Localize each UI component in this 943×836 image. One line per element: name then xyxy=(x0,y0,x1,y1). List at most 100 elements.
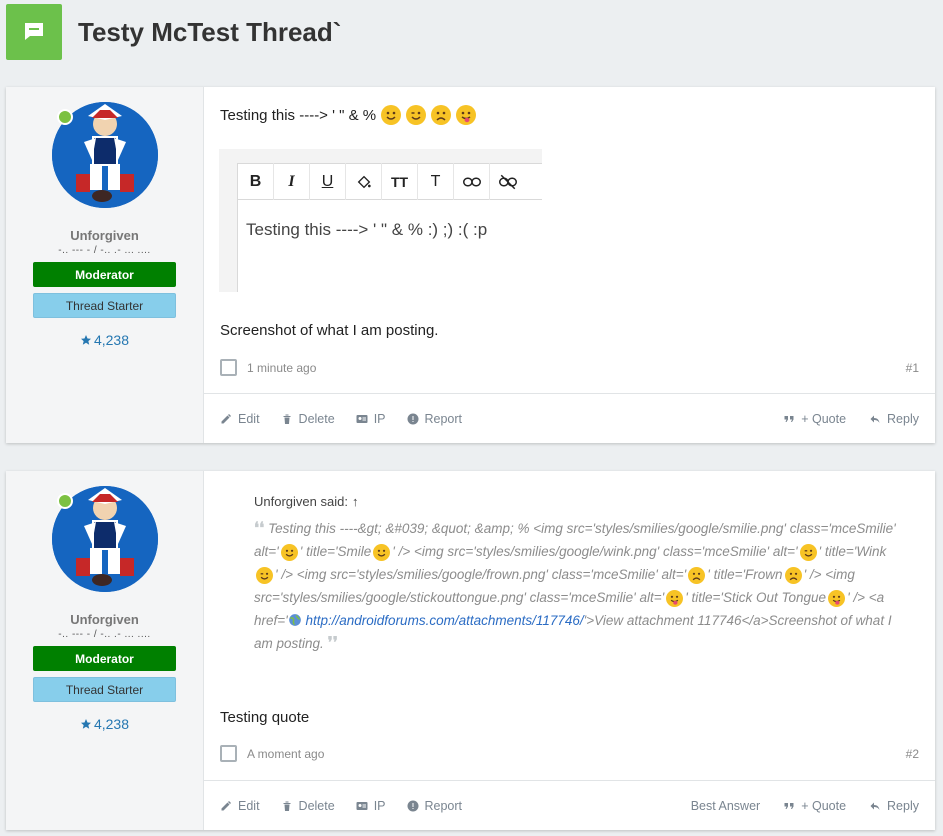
smile-emoji-icon xyxy=(373,543,391,561)
wink-emoji-icon xyxy=(256,566,273,584)
quote-button[interactable]: + Quote xyxy=(783,412,846,426)
reply-button[interactable]: Reply xyxy=(869,412,919,426)
report-label: Report xyxy=(424,411,463,426)
font-family-icon: T xyxy=(418,163,454,200)
frown-emoji-icon xyxy=(431,105,452,125)
thread-starter-badge: Thread Starter xyxy=(33,677,176,702)
post-caption: Screenshot of what I am posting. xyxy=(220,322,439,339)
post: Unforgiven -.. --- - / -.. .- ... .... M… xyxy=(6,471,935,830)
select-checkbox[interactable] xyxy=(220,359,237,376)
tongue-emoji-icon xyxy=(828,589,846,607)
reputation: 4,238 xyxy=(80,332,129,348)
tongue-emoji-icon xyxy=(456,105,477,125)
blockquote: Unforgiven said: ↑ ❛❛ Testing this ----&… xyxy=(254,494,907,655)
post-main: Unforgiven said: ↑ ❛❛ Testing this ----&… xyxy=(204,471,935,830)
delete-button[interactable]: Delete xyxy=(281,799,335,813)
tongue-emoji-icon xyxy=(666,589,684,607)
ip-label: IP xyxy=(373,798,386,813)
wink-emoji-icon xyxy=(799,543,817,561)
post-actions: Edit Delete IP Report + Quote Reply xyxy=(204,393,935,443)
quote-text: ❛❛ Testing this ----&gt; &#039; &quot; &… xyxy=(254,517,907,655)
id-card-icon xyxy=(356,414,368,423)
quote-link[interactable]: http://androidforums.com/attachments/117… xyxy=(306,613,584,628)
ip-button[interactable]: IP xyxy=(356,412,386,426)
bold-icon: B xyxy=(238,163,274,200)
close-quote-icon: ❜❜ xyxy=(327,635,338,652)
reputation-value: 4,238 xyxy=(93,716,130,732)
ip-label: IP xyxy=(373,411,386,426)
smile-emoji-icon xyxy=(381,105,402,125)
user-info: Unforgiven -.. --- - / -.. .- ... .... M… xyxy=(6,471,204,830)
user-info: Unforgiven -.. --- - / -.. .- ... .... M… xyxy=(6,87,204,443)
post-time[interactable]: A moment ago xyxy=(247,747,324,761)
report-button[interactable]: Report xyxy=(407,411,463,426)
warning-icon xyxy=(407,800,418,811)
post-number[interactable]: #1 xyxy=(906,361,919,375)
quote-attribution[interactable]: Unforgiven said: ↑ xyxy=(254,494,907,509)
trash-icon xyxy=(283,801,291,811)
moderator-badge: Moderator xyxy=(33,646,176,671)
edit-button[interactable]: Edit xyxy=(220,412,260,426)
post-message: Testing quote xyxy=(220,709,310,726)
pencil-icon xyxy=(221,413,231,423)
page-title: Testy McTest Thread` xyxy=(78,16,342,47)
unlink-icon xyxy=(490,163,526,200)
editor-area: Testing this ----> ' " & % :) ;) :( :p xyxy=(237,200,542,292)
wink-emoji-icon xyxy=(406,105,427,125)
reply-label: Reply xyxy=(887,798,919,813)
thread-header: Testy McTest Thread` xyxy=(6,4,341,60)
quote-button[interactable]: + Quote xyxy=(783,799,846,813)
star-icon xyxy=(80,335,91,345)
username[interactable]: Unforgiven xyxy=(70,612,139,627)
post-message-text: Testing this ----> ' " & % xyxy=(220,106,377,124)
smile-emoji-icon xyxy=(280,543,298,561)
quote-icon xyxy=(784,802,794,809)
post-message: Testing this ----> ' " & % xyxy=(220,105,477,125)
online-status-icon xyxy=(56,493,73,509)
post-number[interactable]: #2 xyxy=(906,747,919,761)
link-icon xyxy=(454,163,490,200)
moderator-badge: Moderator xyxy=(33,262,176,287)
post: Unforgiven -.. --- - / -.. .- ... .... M… xyxy=(6,87,935,443)
reply-label: Reply xyxy=(887,411,919,426)
quote-label: + Quote xyxy=(801,798,847,813)
best-answer-button[interactable]: Best Answer xyxy=(691,799,760,813)
globe-icon xyxy=(288,613,302,628)
warning-icon xyxy=(407,413,418,424)
attachment-image[interactable]: B I U TT T Testing this ----> ' " & % :)… xyxy=(219,149,542,292)
paint-bucket-icon xyxy=(346,163,382,200)
user-title: -.. --- - / -.. .- ... .... xyxy=(58,245,151,256)
delete-label: Delete xyxy=(298,411,335,426)
quote-label: + Quote xyxy=(801,411,847,426)
select-checkbox[interactable] xyxy=(220,745,237,762)
id-card-icon xyxy=(356,801,368,810)
post-time[interactable]: 1 minute ago xyxy=(247,361,316,375)
post-actions: Edit Delete IP Report Best Answer + Quot… xyxy=(204,780,935,830)
edit-label: Edit xyxy=(238,798,260,813)
quote-seg: ' /> <img src='styles/smilies/google/fro… xyxy=(275,567,687,582)
editor-text: Testing this ----> ' " & % :) ;) :( :p xyxy=(246,220,488,239)
underline-icon: U xyxy=(310,163,346,200)
post-meta: 1 minute ago #1 xyxy=(220,359,919,376)
quote-author: Unforgiven said: xyxy=(254,494,348,509)
trash-icon xyxy=(283,414,291,424)
ip-button[interactable]: IP xyxy=(356,799,386,813)
delete-button[interactable]: Delete xyxy=(281,412,335,426)
user-title: -.. --- - / -.. .- ... .... xyxy=(58,629,151,640)
jump-to-quote-icon[interactable]: ↑ xyxy=(352,494,359,509)
frown-emoji-icon xyxy=(688,566,706,584)
quote-seg: ' title='Smile xyxy=(299,544,372,559)
reply-button[interactable]: Reply xyxy=(869,799,919,813)
quote-seg: ' title='Frown xyxy=(707,567,783,582)
thread-starter-badge: Thread Starter xyxy=(33,293,176,318)
quote-seg: ' title='Wink xyxy=(818,544,887,559)
username[interactable]: Unforgiven xyxy=(70,228,139,243)
discussion-icon xyxy=(6,4,62,60)
report-button[interactable]: Report xyxy=(407,798,463,813)
edit-button[interactable]: Edit xyxy=(220,799,260,813)
quote-icon xyxy=(784,415,794,422)
reputation: 4,238 xyxy=(80,716,129,732)
editor-toolbar: B I U TT T xyxy=(237,163,542,200)
report-label: Report xyxy=(424,798,463,813)
quote-seg: ' /> <img src='styles/smilies/google/win… xyxy=(392,544,798,559)
